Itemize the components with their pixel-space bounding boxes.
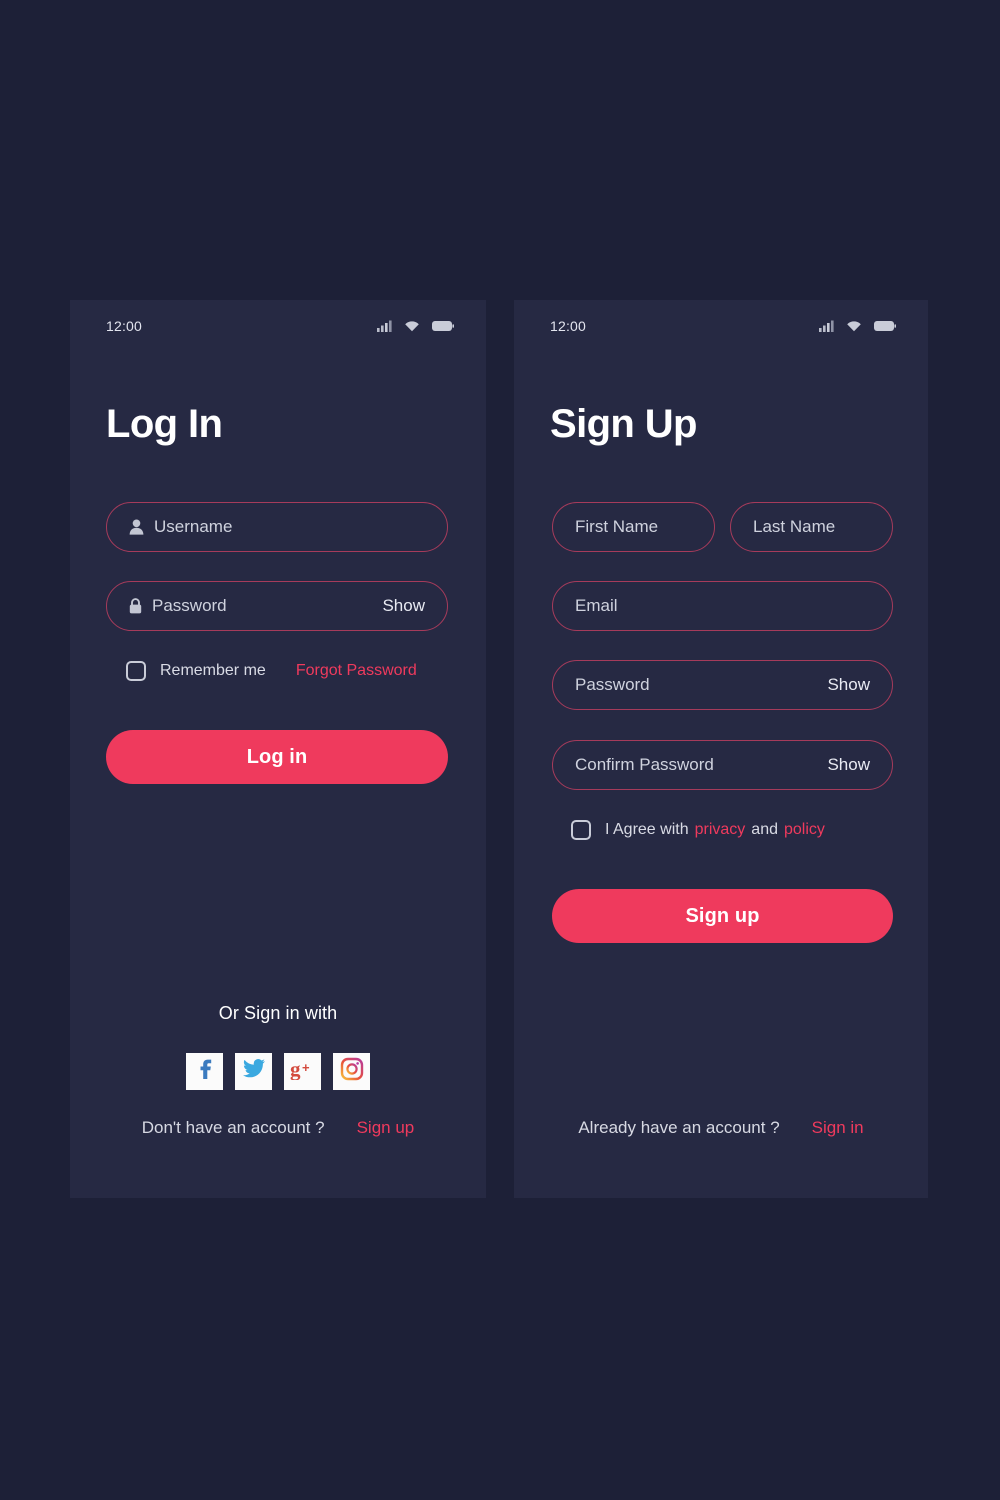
policy-link[interactable]: policy [784,821,825,839]
signal-icon [377,320,392,332]
facebook-icon [194,1057,216,1086]
page-title: Log In [106,402,223,446]
status-icons [819,320,896,332]
status-icons [377,320,454,332]
login-screen: 12:00 Log In Username Password Show Reme… [70,300,486,1198]
signup-screen: 12:00 Sign Up First Name Last Name Email… [514,300,928,1198]
facebook-button[interactable] [186,1053,223,1090]
password-show-toggle[interactable]: Show [382,596,425,616]
signin-prompt-row: Already have an account ? Sign in [514,1118,928,1138]
signin-prompt-text: Already have an account ? [578,1118,780,1137]
status-time: 12:00 [106,318,143,334]
social-login-row: g + [70,1053,486,1090]
username-label: Username [154,517,233,536]
login-status-bar: 12:00 [70,300,486,352]
agree-terms-checkbox[interactable] [571,820,591,840]
remember-me-row: Remember me Forgot Password [126,661,417,681]
confirm-password-input[interactable]: Confirm Password Show [552,740,893,790]
app-canvas: 12:00 Log In Username Password Show Reme… [0,0,1000,1500]
instagram-button[interactable] [333,1053,370,1090]
password-label: Password [152,596,227,615]
last-name-input[interactable]: Last Name [730,502,893,552]
password-label: Password [575,675,650,694]
signup-prompt-row: Don't have an account ? Sign up [70,1118,486,1138]
signal-icon [819,320,834,332]
lock-icon [129,598,142,614]
remember-me-checkbox[interactable] [126,661,146,681]
wifi-icon [404,320,420,332]
password-show-toggle[interactable]: Show [827,675,870,695]
password-input[interactable]: Password Show [552,660,893,710]
email-label: Email [575,596,618,615]
signup-button[interactable]: Sign up [552,889,893,943]
signin-link[interactable]: Sign in [812,1118,864,1138]
first-name-input[interactable]: First Name [552,502,715,552]
signup-prompt-text: Don't have an account ? [141,1118,325,1137]
wifi-icon [846,320,862,332]
agree-conjunction-label: and [751,821,778,838]
login-button[interactable]: Log in [106,730,448,784]
twitter-button[interactable] [235,1053,272,1090]
privacy-link[interactable]: privacy [695,821,746,839]
confirm-password-show-toggle[interactable]: Show [827,755,870,775]
battery-icon [432,320,454,332]
google-plus-icon: g + [290,1057,316,1085]
signup-link[interactable]: Sign up [357,1118,415,1138]
agree-prefix-label: I Agree with [605,821,689,838]
remember-me-label: Remember me [160,662,266,679]
svg-text:g: g [290,1058,301,1080]
battery-icon [874,320,896,332]
password-input[interactable]: Password Show [106,581,448,631]
forgot-password-link[interactable]: Forgot Password [296,662,417,680]
email-input[interactable]: Email [552,581,893,631]
svg-text:+: + [302,1060,310,1075]
signup-button-label: Sign up [685,904,760,927]
last-name-label: Last Name [753,517,836,536]
google-plus-button[interactable]: g + [284,1053,321,1090]
confirm-password-label: Confirm Password [575,755,714,774]
login-button-label: Log in [246,745,308,768]
signup-status-bar: 12:00 [514,300,928,352]
instagram-icon [340,1057,364,1086]
username-input[interactable]: Username [106,502,448,552]
or-signin-label: Or Sign in with [218,1003,338,1023]
twitter-icon [242,1058,266,1085]
agree-terms-row: I Agree with privacy and policy [571,820,825,840]
user-icon [129,519,144,535]
first-name-label: First Name [575,517,659,536]
status-time: 12:00 [550,318,587,334]
page-title: Sign Up [550,402,698,446]
